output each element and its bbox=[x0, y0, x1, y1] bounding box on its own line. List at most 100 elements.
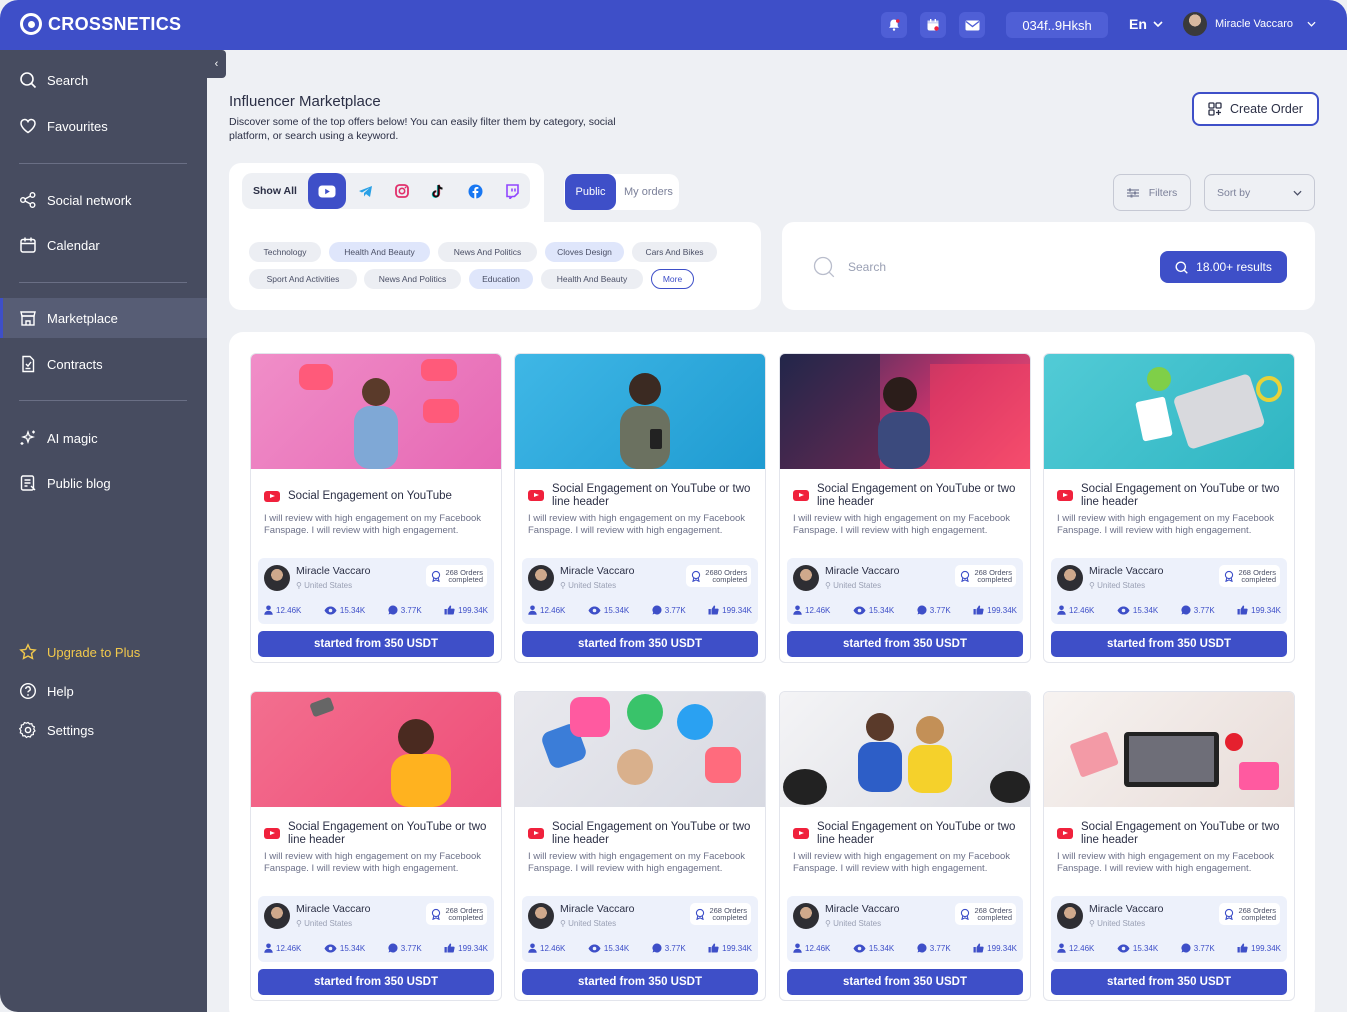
category-chip[interactable]: News And Politics bbox=[438, 242, 537, 262]
orders-status: completed bbox=[448, 575, 483, 584]
influencer-box[interactable]: Miracle Vaccaro ⚲ United States 268 Orde… bbox=[258, 558, 494, 624]
sidebar-item-marketplace[interactable]: Marketplace bbox=[0, 298, 207, 338]
location-text: United States bbox=[568, 581, 617, 590]
public-tab[interactable]: Public bbox=[565, 174, 616, 210]
show-all-button[interactable]: Show All bbox=[253, 185, 297, 197]
orders-status: completed bbox=[1241, 913, 1276, 922]
sidebar-item-upgrade[interactable]: Upgrade to Plus bbox=[0, 632, 207, 672]
order-price-button[interactable]: started from 350 USDT bbox=[1051, 631, 1287, 657]
platform-tiktok[interactable] bbox=[419, 173, 457, 209]
sidebar-item-contracts[interactable]: Contracts bbox=[0, 344, 207, 384]
category-chip[interactable]: Cars And Bikes bbox=[632, 242, 717, 262]
sidebar-item-calendar[interactable]: Calendar bbox=[0, 225, 207, 265]
offer-card[interactable]: Social Engagement on YouTube or two line… bbox=[514, 353, 766, 663]
offer-card[interactable]: Social Engagement on YouTube or two line… bbox=[1043, 353, 1295, 663]
collapse-sidebar-button[interactable]: ‹ bbox=[207, 50, 226, 78]
sidebar-item-ai-magic[interactable]: AI magic bbox=[0, 418, 207, 458]
avatar bbox=[264, 903, 290, 929]
category-chip[interactable]: Health And Beauty bbox=[541, 269, 643, 289]
likes-stat: 199.34K bbox=[973, 943, 1017, 953]
views-value: 15.34K bbox=[1132, 605, 1159, 615]
messages-button[interactable] bbox=[959, 12, 985, 38]
sidebar-item-social-network[interactable]: Social network bbox=[0, 180, 207, 220]
views-value: 15.34K bbox=[603, 943, 630, 953]
category-chip[interactable]: News And Politics bbox=[364, 269, 461, 289]
more-categories-button[interactable]: More bbox=[651, 269, 694, 289]
thumbs-up-icon bbox=[708, 943, 719, 953]
star-icon bbox=[19, 643, 37, 660]
platform-telegram[interactable] bbox=[346, 173, 384, 209]
filters-button[interactable]: Filters bbox=[1113, 174, 1191, 211]
wallet-address[interactable]: 034f..9Hksh bbox=[1006, 12, 1108, 38]
language-selector[interactable]: En bbox=[1129, 16, 1163, 32]
offer-image bbox=[515, 692, 765, 807]
influencer-box[interactable]: Miracle Vaccaro ⚲ United States 268 Orde… bbox=[1051, 896, 1287, 962]
order-price-button[interactable]: started from 350 USDT bbox=[1051, 969, 1287, 995]
order-price-button[interactable]: started from 350 USDT bbox=[787, 969, 1023, 995]
followers-stat: 12.46K bbox=[1057, 605, 1094, 615]
order-price-button[interactable]: started from 350 USDT bbox=[522, 631, 758, 657]
create-order-button[interactable]: Create Order bbox=[1192, 92, 1319, 126]
sidebar-item-public-blog[interactable]: Public blog bbox=[0, 463, 207, 503]
offer-image bbox=[251, 354, 501, 469]
offer-image bbox=[1044, 354, 1294, 469]
offer-card[interactable]: Social Engagement on YouTube or two line… bbox=[1043, 691, 1295, 1001]
offer-card[interactable]: Social Engagement on YouTube or two line… bbox=[514, 691, 766, 1001]
comment-icon bbox=[652, 943, 662, 953]
sidebar-item-search[interactable]: Search bbox=[0, 60, 207, 100]
sidebar-item-label: Help bbox=[47, 683, 74, 699]
offer-card[interactable]: Social Engagement on YouTube I will revi… bbox=[250, 353, 502, 663]
stats-row: 12.46K 15.34K 3.77K 199.34K bbox=[264, 605, 488, 615]
sidebar-item-favourites[interactable]: Favourites bbox=[0, 106, 207, 146]
influencer-box[interactable]: Miracle Vaccaro ⚲ United States 268 Orde… bbox=[1051, 558, 1287, 624]
order-price-button[interactable]: started from 350 USDT bbox=[522, 969, 758, 995]
followers-value: 12.46K bbox=[805, 943, 831, 953]
offer-card[interactable]: Social Engagement on YouTube or two line… bbox=[779, 353, 1031, 663]
platform-twitch[interactable] bbox=[493, 173, 531, 209]
category-chip[interactable]: Sport And Activities bbox=[249, 269, 357, 289]
platform-youtube[interactable] bbox=[308, 173, 346, 209]
badge-icon bbox=[432, 570, 441, 582]
category-chip[interactable]: Cloves Design bbox=[545, 242, 624, 262]
notification-button[interactable] bbox=[881, 12, 907, 38]
search-results-button[interactable]: 18.00+ results bbox=[1160, 251, 1287, 283]
influencer-box[interactable]: Miracle Vaccaro ⚲ United States 268 Orde… bbox=[522, 896, 758, 962]
sort-dropdown[interactable]: Sort by bbox=[1204, 174, 1315, 211]
location-text: United States bbox=[833, 581, 882, 590]
order-price-button[interactable]: started from 350 USDT bbox=[258, 969, 494, 995]
category-chip[interactable]: Technology bbox=[249, 242, 321, 262]
order-price-button[interactable]: started from 350 USDT bbox=[787, 631, 1023, 657]
sidebar-item-help[interactable]: Help bbox=[0, 671, 207, 711]
offer-card[interactable]: Social Engagement on YouTube or two line… bbox=[250, 691, 502, 1001]
telegram-icon bbox=[358, 185, 372, 197]
order-price-button[interactable]: started from 350 USDT bbox=[258, 631, 494, 657]
comments-stat: 3.77K bbox=[917, 943, 951, 953]
youtube-icon bbox=[264, 491, 280, 502]
influencer-box[interactable]: Miracle Vaccaro ⚲ United States 268 Orde… bbox=[787, 896, 1023, 962]
user-menu[interactable]: Miracle Vaccaro bbox=[1183, 12, 1316, 36]
influencer-box[interactable]: Miracle Vaccaro ⚲ United States 268 Orde… bbox=[258, 896, 494, 962]
views-stat: 15.34K bbox=[1117, 605, 1158, 615]
views-stat: 15.34K bbox=[324, 605, 365, 615]
comments-stat: 3.77K bbox=[388, 943, 422, 953]
likes-value: 199.34K bbox=[458, 605, 488, 615]
platform-instagram[interactable] bbox=[383, 173, 421, 209]
views-stat: 15.34K bbox=[853, 943, 894, 953]
sidebar-item-settings[interactable]: Settings bbox=[0, 710, 207, 750]
sidebar-item-label: Public blog bbox=[47, 475, 111, 491]
offer-card[interactable]: Social Engagement on YouTube or two line… bbox=[779, 691, 1031, 1001]
heart-icon bbox=[20, 118, 36, 134]
sidebar-item-label: Calendar bbox=[47, 237, 100, 253]
influencer-box[interactable]: Miracle Vaccaro ⚲ United States 268 Orde… bbox=[787, 558, 1023, 624]
category-chip[interactable]: Health And Beauty bbox=[329, 242, 430, 262]
search-input[interactable] bbox=[812, 254, 1132, 280]
brand-logo[interactable]: CROSSNETICS bbox=[20, 13, 181, 35]
likes-value: 199.34K bbox=[987, 605, 1017, 615]
offer-title: Social Engagement on YouTube or two line… bbox=[1081, 483, 1280, 508]
category-chip[interactable]: Education bbox=[469, 269, 533, 289]
calendar-alert-button[interactable] bbox=[920, 12, 946, 38]
comments-stat: 3.77K bbox=[1181, 943, 1215, 953]
my-orders-tab[interactable]: My orders bbox=[624, 186, 673, 198]
influencer-box[interactable]: Miracle Vaccaro ⚲ United States 2680 Ord… bbox=[522, 558, 758, 624]
platform-facebook[interactable] bbox=[456, 173, 494, 209]
